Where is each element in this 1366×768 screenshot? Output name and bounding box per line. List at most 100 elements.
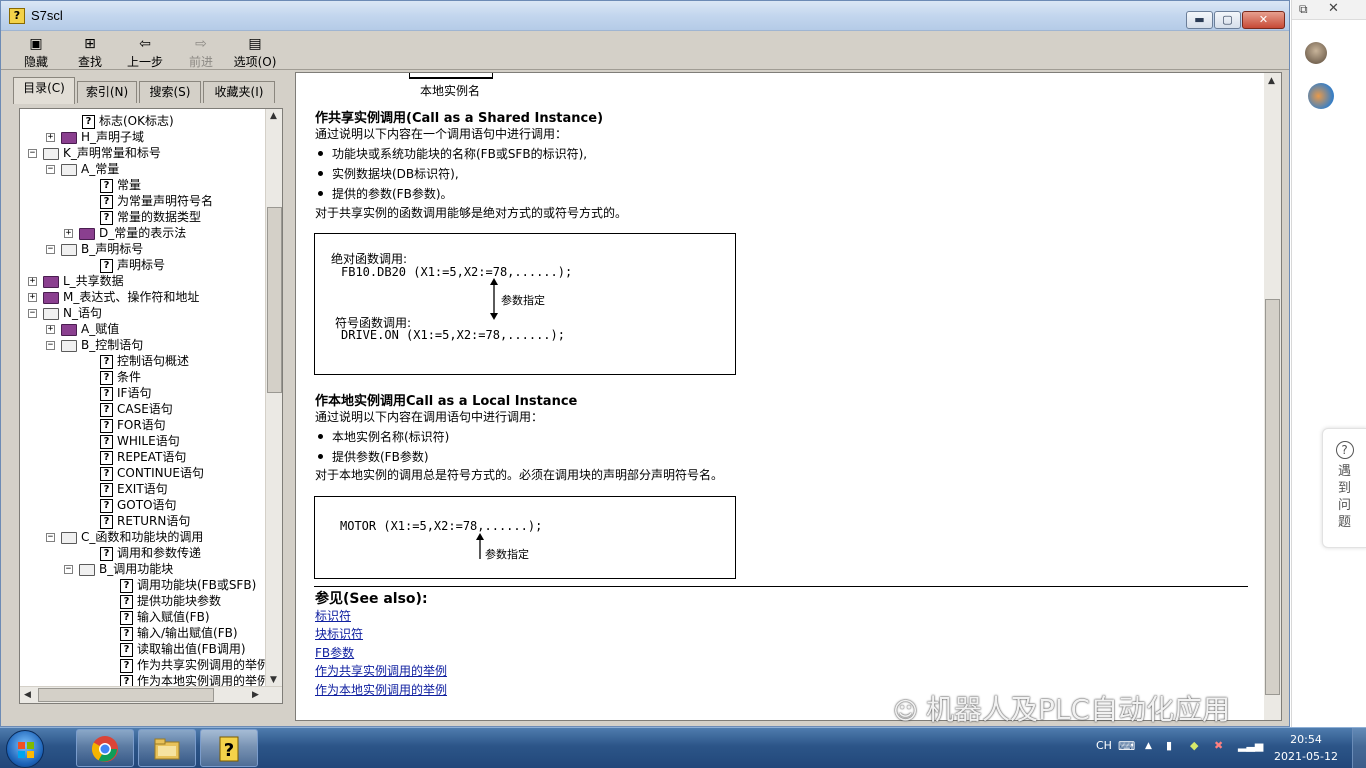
tab-contents[interactable]: 目录(C) [13, 77, 75, 104]
collapse-icon[interactable]: − [46, 341, 55, 350]
scroll-right-icon[interactable]: ▶ [252, 690, 259, 700]
restore-icon[interactable]: ⧉ [1299, 2, 1308, 17]
expand-icon[interactable]: + [46, 133, 55, 142]
tree-hscroll-thumb[interactable] [38, 688, 214, 702]
tree-item[interactable]: ? RETURN语句 [100, 513, 190, 529]
tree-item[interactable]: + L_共享数据 [28, 273, 124, 289]
tree-item[interactable]: ? 常量 [100, 177, 141, 193]
tree-item[interactable]: ? GOTO语句 [100, 497, 177, 513]
tree-item[interactable]: + A_赋值 [46, 321, 119, 337]
signal-icon[interactable]: ▂▃▅ [1238, 739, 1263, 752]
scroll-down-icon[interactable]: ▼ [270, 675, 277, 685]
tree-item-label: RETURN语句 [117, 514, 191, 528]
tree-item[interactable]: − C_函数和功能块的调用 [46, 529, 203, 545]
tree-item[interactable]: ? 声明标号 [100, 257, 165, 273]
tree-item[interactable]: ? 条件 [100, 369, 141, 385]
content-vertical-scrollbar[interactable]: ▲ [1264, 73, 1281, 720]
tree-horizontal-scrollbar[interactable]: ◀ ▶ [20, 686, 282, 703]
tree-item[interactable]: ? EXIT语句 [100, 481, 168, 497]
tree-item[interactable]: ? 控制语句概述 [100, 353, 189, 369]
tree-item-label: 声明标号 [117, 258, 166, 272]
tray-expand-icon[interactable]: ▲ [1145, 741, 1152, 751]
tree-item[interactable]: ? CASE语句 [100, 401, 173, 417]
tree-item[interactable]: ? REPEAT语句 [100, 449, 186, 465]
tree-item[interactable]: ? 提供功能块参数 [120, 593, 221, 609]
maximize-button[interactable]: ▢ [1214, 11, 1241, 29]
collapse-icon[interactable]: − [64, 565, 73, 574]
start-button[interactable] [6, 730, 44, 768]
tree-vertical-scrollbar[interactable]: ▲ ▼ [265, 109, 282, 687]
tree-item[interactable]: ? WHILE语句 [100, 433, 180, 449]
title-bar[interactable]: ? S7scl ▬ ▢ ✕ [1, 1, 1289, 31]
scroll-up-icon[interactable]: ▲ [1268, 76, 1275, 86]
open-book-icon [61, 339, 77, 352]
tree-item-label: 输入赋值(FB) [137, 610, 210, 624]
tree-item[interactable]: ? 调用功能块(FB或SFB) [120, 577, 256, 593]
avatar[interactable] [1308, 83, 1334, 109]
collapse-icon[interactable]: − [46, 533, 55, 542]
tree-item[interactable]: − B_声明标号 [46, 241, 143, 257]
tree-item[interactable]: ? 作为共享实例调用的举例 [120, 657, 269, 673]
taskbar-explorer[interactable] [138, 729, 196, 767]
avatar[interactable] [1305, 42, 1327, 64]
link-shared-instance-example[interactable]: 作为共享实例调用的举例 [315, 662, 447, 679]
hide-button[interactable]: ▣ 隐藏 [19, 35, 53, 69]
collapse-icon[interactable]: − [46, 165, 55, 174]
tree-item[interactable]: ? FOR语句 [100, 417, 166, 433]
tree-item[interactable]: ? 调用和参数传递 [100, 545, 201, 561]
link-block-identifier[interactable]: 块标识符 [315, 625, 363, 642]
forward-button[interactable]: ⇨ 前进 [185, 35, 217, 69]
collapse-icon[interactable]: − [46, 245, 55, 254]
taskbar-chrome[interactable] [76, 729, 134, 767]
tree-item[interactable]: ? 常量的数据类型 [100, 209, 201, 225]
content-scroll-thumb[interactable] [1265, 299, 1280, 695]
tree-item[interactable]: + H_声明子域 [46, 129, 144, 145]
scroll-up-icon[interactable]: ▲ [270, 111, 277, 121]
tree-item[interactable]: − B_调用功能块 [64, 561, 173, 577]
tree-item[interactable]: ? 输入赋值(FB) [120, 609, 210, 625]
link-fb-parameters[interactable]: FB参数 [315, 644, 354, 661]
keyboard-icon[interactable]: ⌨ [1118, 739, 1135, 753]
find-button[interactable]: ⊞ 查找 [73, 35, 107, 69]
expand-icon[interactable]: + [28, 277, 37, 286]
tree-item[interactable]: − B_控制语句 [46, 337, 143, 353]
expand-icon[interactable]: + [28, 293, 37, 302]
show-desktop-button[interactable] [1352, 728, 1366, 768]
minimize-button[interactable]: ▬ [1186, 11, 1213, 29]
close-icon[interactable]: ✕ [1328, 1, 1339, 16]
tree-item[interactable]: ? IF语句 [100, 385, 151, 401]
collapse-icon[interactable]: − [28, 149, 37, 158]
tree-item[interactable]: + M_表达式、操作符和地址 [28, 289, 199, 305]
tree-item[interactable]: ? 为常量声明符号名 [100, 193, 213, 209]
tab-index[interactable]: 索引(N) [77, 81, 137, 103]
network-error-icon[interactable]: ✖ [1214, 739, 1223, 752]
tree-item[interactable]: ? 读取输出值(FB调用) [120, 641, 246, 657]
input-language[interactable]: CH [1096, 739, 1112, 752]
taskbar-help[interactable]: ? [200, 729, 258, 767]
help-card[interactable]: ? 遇 到 问 题 [1322, 428, 1366, 548]
options-button[interactable]: ▤ 选项(O) [231, 35, 279, 69]
clock-date: 2021-05-12 [1274, 750, 1338, 763]
back-arrow-icon: ⇦ [139, 36, 151, 52]
scroll-left-icon[interactable]: ◀ [24, 690, 31, 700]
tree-item[interactable]: − K_声明常量和标号 [28, 145, 161, 161]
link-identifier[interactable]: 标识符 [315, 607, 351, 624]
tray-app-icon[interactable]: ◆ [1190, 739, 1198, 752]
tree-item[interactable]: − N_语句 [28, 305, 102, 321]
tree-item[interactable]: ? 输入/输出赋值(FB) [120, 625, 238, 641]
usb-icon[interactable]: ▮ [1166, 739, 1172, 752]
link-local-instance-example[interactable]: 作为本地实例调用的举例 [315, 681, 447, 698]
tab-favorites[interactable]: 收藏夹(I) [203, 81, 275, 103]
system-clock[interactable]: 20:54 2021-05-12 [1268, 731, 1344, 765]
back-button[interactable]: ⇦ 上一步 [123, 35, 167, 69]
tree-item[interactable]: ? CONTINUE语句 [100, 465, 204, 481]
tree-item[interactable]: − A_常量 [46, 161, 119, 177]
tab-search[interactable]: 搜索(S) [139, 81, 201, 103]
tree-item[interactable]: ? 标志(OK标志) [82, 113, 174, 129]
tree-scroll-thumb[interactable] [267, 207, 282, 393]
collapse-icon[interactable]: − [28, 309, 37, 318]
expand-icon[interactable]: + [64, 229, 73, 238]
close-button[interactable]: ✕ [1242, 11, 1285, 29]
tree-item[interactable]: + D_常量的表示法 [64, 225, 186, 241]
expand-icon[interactable]: + [46, 325, 55, 334]
